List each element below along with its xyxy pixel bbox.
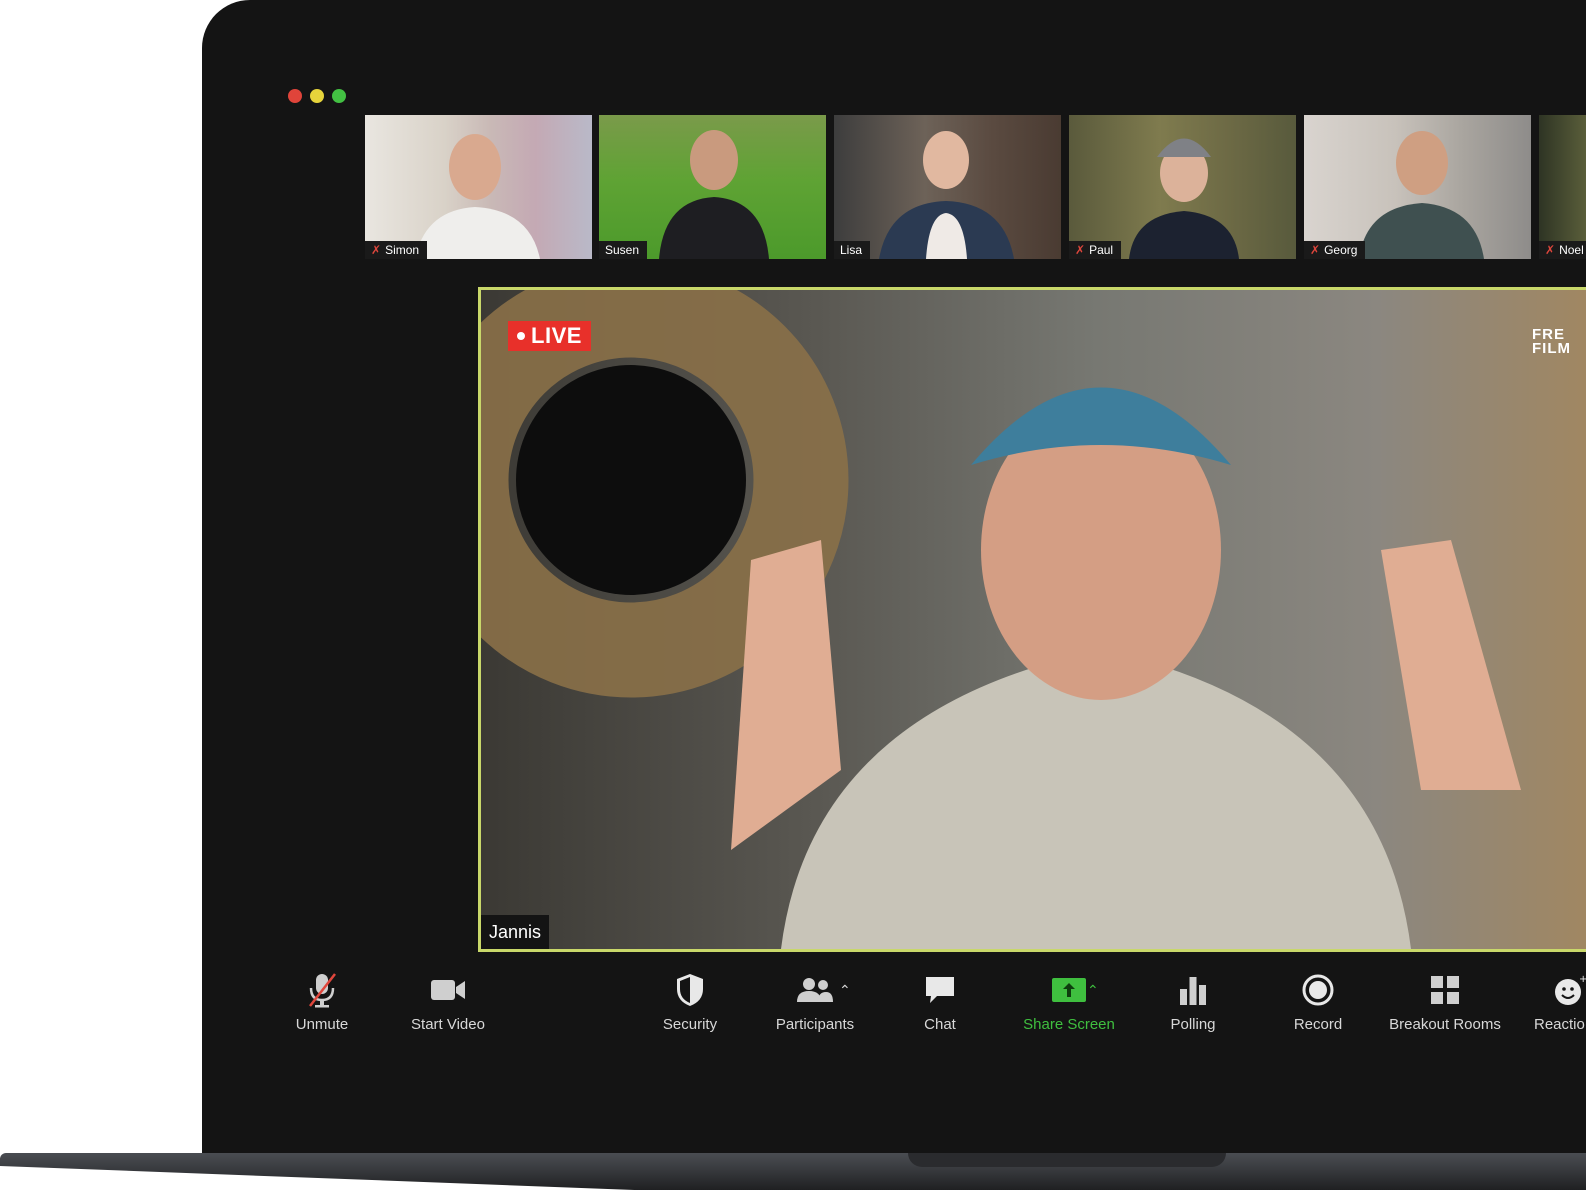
window-close-button[interactable] — [288, 89, 302, 103]
window-minimize-button[interactable] — [310, 89, 324, 103]
chat-button[interactable]: Chat — [920, 970, 960, 1033]
muted-mic-icon: ✗ — [1545, 243, 1556, 257]
participant-tile-simon[interactable]: ✗ Simon — [365, 115, 592, 259]
participant-video — [1069, 115, 1296, 259]
participant-name-tag: Lisa — [834, 241, 871, 259]
participant-name-tag: ✗ Paul — [1069, 241, 1122, 259]
active-speaker-video[interactable]: LIVE FRE FILM Jannis — [478, 287, 1586, 952]
reactions-button[interactable]: + Reactio — [1534, 970, 1586, 1033]
person-silhouette — [659, 130, 769, 259]
participant-tile-georg[interactable]: ✗ Georg — [1304, 115, 1531, 259]
share-screen-label: Share Screen — [1023, 1016, 1115, 1033]
share-screen-icon — [1052, 970, 1086, 1010]
participant-video — [1304, 115, 1531, 259]
start-video-button[interactable]: Start Video — [408, 970, 488, 1033]
svg-text:+: + — [1579, 974, 1586, 985]
participant-name: Susen — [605, 243, 640, 257]
security-button[interactable]: Security — [662, 970, 718, 1033]
reactions-label: Reactio — [1534, 1016, 1585, 1033]
share-screen-button[interactable]: Share Screen — [1023, 970, 1115, 1033]
participant-video — [365, 115, 592, 259]
live-badge: LIVE — [508, 321, 591, 351]
people-icon — [796, 970, 834, 1010]
record-label: Record — [1293, 1016, 1343, 1033]
window-maximize-button[interactable] — [332, 89, 346, 103]
participant-video — [599, 115, 826, 259]
live-label: LIVE — [531, 323, 582, 348]
participants-options-chevron-up-icon[interactable]: ⌃ — [839, 982, 851, 999]
person-silhouette — [879, 131, 1014, 259]
video-camera-icon — [430, 970, 466, 1010]
participant-name: Simon — [385, 243, 420, 257]
live-dot-icon — [517, 332, 526, 340]
participant-name: Lisa — [840, 243, 863, 257]
start-video-label: Start Video — [411, 1016, 485, 1033]
unmute-label: Unmute — [295, 1016, 349, 1033]
security-label: Security — [662, 1016, 718, 1033]
participant-name-tag: ✗ Noel — [1539, 241, 1586, 259]
muted-mic-icon: ✗ — [371, 243, 382, 257]
muted-mic-icon: ✗ — [1075, 243, 1086, 257]
smiley-icon: + — [1534, 970, 1586, 1010]
participant-video — [834, 115, 1061, 259]
person-silhouette — [415, 134, 540, 259]
participant-name-tag: ✗ Georg — [1304, 241, 1366, 259]
muted-mic-icon: ✗ — [1310, 243, 1321, 257]
polling-label: Polling — [1170, 1016, 1216, 1033]
record-icon — [1302, 970, 1334, 1010]
chat-bubble-icon — [924, 970, 956, 1010]
participant-tile-paul[interactable]: ✗ Paul — [1069, 115, 1296, 259]
person-silhouette — [1359, 131, 1484, 259]
polling-button[interactable]: Polling — [1168, 970, 1218, 1033]
participant-tile-noel[interactable]: ✗ Noel — [1539, 115, 1586, 259]
muted-microphone-icon — [306, 970, 338, 1010]
unmute-button[interactable]: Unmute — [294, 970, 350, 1033]
participant-name-tag: ✗ Simon — [365, 241, 428, 259]
participant-name: Noel — [1559, 243, 1584, 257]
shield-icon — [675, 970, 705, 1010]
laptop-notch — [908, 1153, 1226, 1167]
speaker-name-tag: Jannis — [481, 915, 550, 949]
participant-tile-lisa[interactable]: Lisa — [834, 115, 1061, 259]
participant-name: Paul — [1089, 243, 1114, 257]
laptop-base — [0, 1153, 1586, 1190]
breakout-rooms-button[interactable]: Breakout Rooms — [1389, 970, 1501, 1033]
participant-tile-susen[interactable]: Susen — [599, 115, 826, 259]
participant-name-tag: Susen — [599, 241, 648, 259]
grid-icon — [1430, 970, 1460, 1010]
participant-name: Georg — [1324, 243, 1358, 257]
breakout-rooms-label: Breakout Rooms — [1389, 1016, 1501, 1033]
person-silhouette — [1129, 138, 1239, 259]
bar-chart-icon — [1179, 970, 1207, 1010]
watermark-logo: FRE FILM — [1532, 327, 1571, 357]
participants-button[interactable]: Participants — [775, 970, 855, 1033]
share-screen-options-chevron-up-icon[interactable]: ⌃ — [1087, 982, 1099, 999]
participant-video — [1539, 115, 1586, 259]
watermark-line: FILM — [1532, 340, 1571, 357]
speaker-video-frame — [481, 290, 1521, 949]
record-button[interactable]: Record — [1292, 970, 1344, 1033]
participants-label: Participants — [775, 1016, 855, 1033]
chat-label: Chat — [924, 1016, 956, 1033]
